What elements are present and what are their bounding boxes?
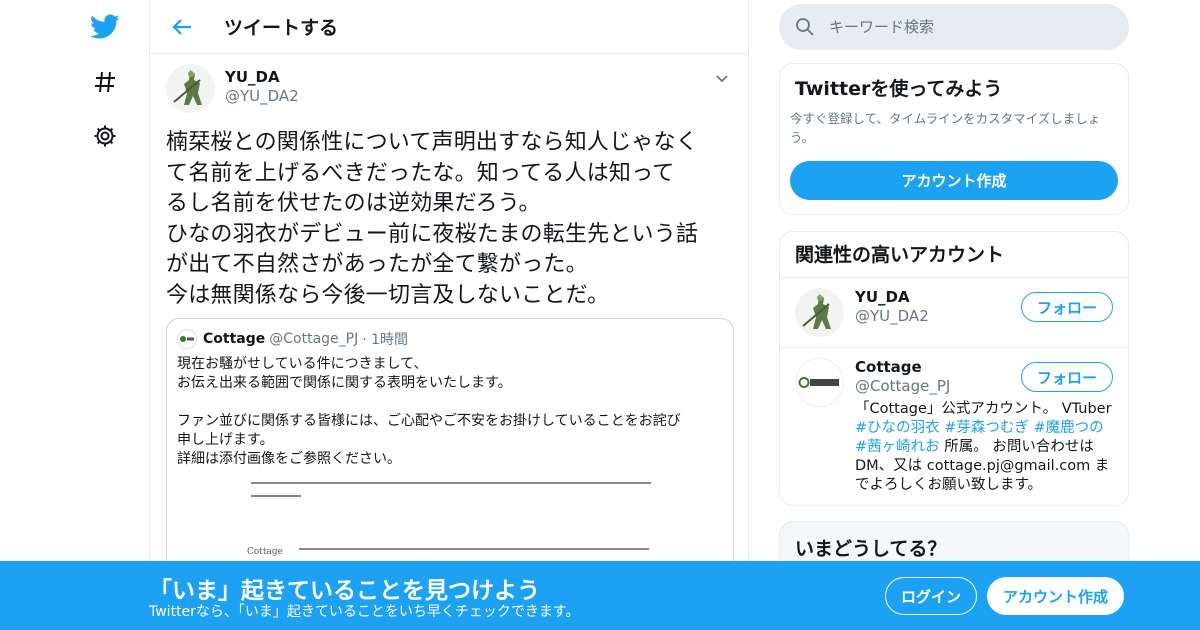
gear-icon[interactable]	[88, 119, 122, 153]
signup-banner: 「いま」起きていることを見つけよう Twitterなら、「いま」起きていることを…	[0, 561, 1200, 630]
hashtag-icon[interactable]	[88, 65, 122, 99]
quote-text: 現在お騒がせしている件につきまして、 お伝え出来る範囲で関係に関する表明をいたし…	[177, 356, 681, 467]
banner-title: 「いま」起きていることを見つけよう	[149, 578, 540, 604]
bio-text: 「Cottage」公式アカウント。 VTuber	[855, 401, 1112, 417]
main-column: ツイートする YU_DA @YU_DA2 楠栞桜との関係性について声明出すなら知…	[149, 0, 749, 630]
quoted-tweet[interactable]: Cottage @Cottage_PJ · 1時間 現在お騒がせしている件につき…	[166, 318, 734, 578]
banner-create-account-button[interactable]: アカウント作成	[987, 577, 1124, 615]
hashtag-link[interactable]: #ひなの羽衣	[855, 420, 940, 436]
banner-subtitle: Twitterなら、「いま」起きていることをいち早くチェックできます。	[149, 604, 580, 620]
quote-author-name: Cottage	[203, 331, 266, 347]
twitter-bird-icon[interactable]	[88, 10, 122, 44]
back-arrow-icon[interactable]	[164, 9, 200, 45]
search-icon	[795, 17, 815, 37]
login-button[interactable]: ログイン	[885, 577, 977, 615]
left-nav	[0, 0, 150, 630]
avatar[interactable]	[795, 288, 844, 337]
tweet-author[interactable]: YU_DA @YU_DA2	[166, 64, 736, 116]
account-item[interactable]: Cottage @Cottage_PJ フォロー 「Cottage」公式アカウン…	[780, 348, 1128, 505]
create-account-button[interactable]: アカウント作成	[790, 161, 1118, 200]
hashtag-link[interactable]: #魔鹿つの	[1034, 420, 1104, 436]
account-bio: 「Cottage」公式アカウント。 VTuber #ひなの羽衣 #芽森つむぎ #…	[855, 400, 1113, 495]
chevron-down-icon[interactable]	[714, 70, 730, 86]
related-accounts-title: 関連性の高いアカウント	[780, 232, 1128, 278]
follow-button[interactable]: フォロー	[1021, 292, 1113, 322]
trends-title: いまどうしてる？	[795, 538, 947, 560]
search-box[interactable]	[779, 4, 1129, 50]
signup-card-desc: 今すぐ登録して、タイムラインをカスタマイズしましょう。	[790, 111, 1101, 145]
quote-avatar	[177, 329, 197, 349]
follow-button[interactable]: フォロー	[1021, 362, 1113, 392]
author-name[interactable]: YU_DA	[225, 68, 299, 87]
tweet: YU_DA @YU_DA2 楠栞桜との関係性について声明出すなら知人じゃなく て…	[166, 64, 736, 311]
hashtag-link[interactable]: #茜ヶ崎れお	[855, 439, 940, 455]
signup-card-title: Twitterを使ってみよう	[795, 78, 1003, 100]
avatar[interactable]	[166, 64, 215, 113]
author-handle[interactable]: @YU_DA2	[225, 87, 299, 106]
tweet-text: 楠栞桜との関係性について声明出すなら知人じゃなく て名前を上げるべきだったな。知…	[166, 130, 699, 308]
signup-card: Twitterを使ってみよう 今すぐ登録して、タイムラインをカスタマイズしましょ…	[779, 63, 1129, 215]
image-text: Cottage	[247, 547, 283, 557]
main-header: ツイートする	[150, 0, 748, 54]
account-item[interactable]: YU_DA @YU_DA2 フォロー	[780, 278, 1128, 348]
page-title: ツイートする	[224, 17, 339, 39]
search-input[interactable]	[829, 18, 1109, 36]
avatar[interactable]	[795, 358, 844, 407]
quote-time: · 1時間	[362, 332, 409, 348]
hashtag-link[interactable]: #芽森つむぎ	[944, 420, 1029, 436]
quote-author-handle: @Cottage_PJ	[269, 331, 359, 347]
related-accounts-card: 関連性の高いアカウント YU_DA @YU_DA2 フォロー Cottage @…	[779, 231, 1129, 506]
